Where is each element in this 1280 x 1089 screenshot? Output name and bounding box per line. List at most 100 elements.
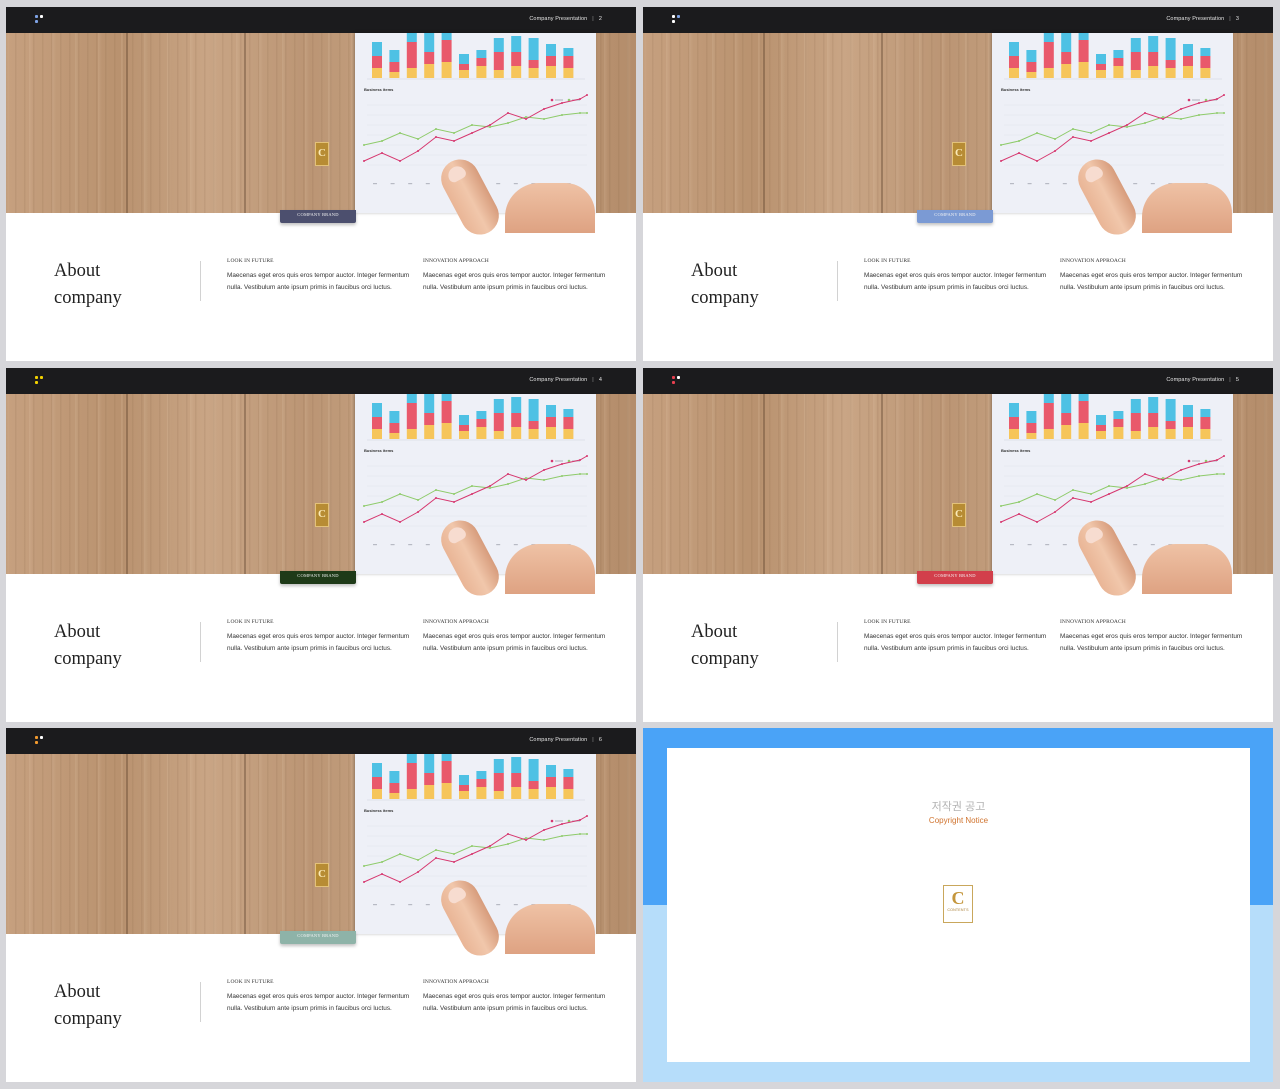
green-point bbox=[417, 859, 419, 861]
bar-segment bbox=[459, 64, 469, 70]
bar-segment bbox=[1061, 413, 1072, 425]
bar-segment bbox=[476, 411, 487, 419]
column-heading: LOOK IN FUTURE bbox=[227, 979, 274, 985]
bar-segment bbox=[1026, 433, 1037, 439]
slide-thumbnail[interactable]: Company Presentation | 3 Business items C COM… bbox=[643, 7, 1273, 361]
finger-nail bbox=[1082, 163, 1105, 185]
green-point bbox=[1126, 487, 1128, 489]
presentation-label: Company Presentation bbox=[529, 16, 588, 22]
green-point bbox=[453, 493, 455, 495]
about-heading: About company bbox=[691, 258, 831, 312]
green-point bbox=[1000, 144, 1002, 146]
green-point bbox=[1144, 483, 1146, 485]
green-point bbox=[1180, 479, 1182, 481]
brand-badge: C bbox=[315, 142, 329, 166]
bar-segment bbox=[406, 33, 417, 42]
bar-segment bbox=[511, 413, 522, 427]
bar-segment bbox=[511, 757, 522, 773]
red-point bbox=[1108, 493, 1110, 495]
red-point bbox=[381, 152, 383, 154]
bar-segment bbox=[1026, 72, 1037, 78]
logo-dot bbox=[672, 20, 675, 23]
logo-dots-icon bbox=[35, 736, 45, 746]
red-point bbox=[1090, 140, 1092, 142]
bar-segment bbox=[441, 761, 452, 783]
bar-segment bbox=[1096, 415, 1106, 425]
legend-red-dot bbox=[550, 98, 554, 102]
red-point bbox=[1036, 521, 1038, 523]
bar-segment bbox=[546, 787, 556, 799]
red-point bbox=[586, 94, 588, 96]
green-point bbox=[489, 487, 491, 489]
bar-segment bbox=[389, 433, 400, 439]
header-separator: | bbox=[1229, 16, 1231, 22]
bar-segment bbox=[511, 66, 522, 78]
wood-plank-seam bbox=[244, 754, 246, 934]
bar-segment bbox=[424, 754, 435, 773]
bar-segment bbox=[1165, 38, 1176, 60]
bar-segment bbox=[406, 68, 417, 78]
bar-segment bbox=[511, 52, 522, 66]
bar-segment bbox=[406, 403, 417, 429]
bar-segment bbox=[476, 58, 487, 66]
bar-segment bbox=[476, 779, 487, 787]
red-point bbox=[543, 469, 545, 471]
copyright-slide[interactable]: 저작권 공고 Copyright Notice C CONTENTS bbox=[643, 728, 1273, 1082]
logo-dot bbox=[672, 15, 675, 18]
bar-segment bbox=[389, 423, 400, 433]
bar-segment bbox=[1200, 409, 1211, 417]
slide-thumbnail[interactable]: Company Presentation | 5 Business items C COM… bbox=[643, 368, 1273, 722]
red-point bbox=[525, 479, 527, 481]
red-point bbox=[525, 118, 527, 120]
green-point bbox=[399, 853, 401, 855]
column-body: Maecenas eget eros quis eros tempor auct… bbox=[423, 633, 606, 652]
green-point bbox=[525, 116, 527, 118]
innovation-approach-column: INNOVATION APPROACH Maecenas eget eros qu… bbox=[423, 258, 608, 294]
bar-segment bbox=[528, 38, 539, 60]
about-heading-line1: About bbox=[691, 622, 738, 642]
green-point bbox=[507, 122, 509, 124]
red-point bbox=[525, 839, 527, 841]
bar-segment bbox=[546, 417, 556, 427]
page-number: 6 bbox=[598, 737, 602, 743]
red-point bbox=[435, 136, 437, 138]
slide-thumbnail[interactable]: Company Presentation | 4 Business items C COM… bbox=[6, 368, 636, 722]
legend-red-dot bbox=[550, 459, 554, 463]
bar-segment bbox=[424, 773, 435, 785]
bar-segment bbox=[1078, 423, 1089, 439]
company-brand-tab[interactable]: COMPANY BRAND bbox=[917, 571, 993, 584]
bar-segment bbox=[372, 763, 382, 777]
bar-segment bbox=[372, 403, 382, 417]
slide-thumbnail[interactable]: Company Presentation | 2 Business items C COM… bbox=[6, 7, 636, 361]
business-items-label: Business items bbox=[364, 87, 394, 92]
bar-segment bbox=[389, 783, 400, 793]
bar-segment bbox=[1113, 411, 1124, 419]
green-point bbox=[1144, 122, 1146, 124]
company-brand-tab[interactable]: COMPANY BRAND bbox=[280, 571, 356, 584]
bar-segment bbox=[1026, 423, 1037, 433]
bar-segment bbox=[1200, 417, 1211, 429]
company-brand-tab[interactable]: COMPANY BRAND bbox=[280, 931, 356, 944]
red-point bbox=[1108, 132, 1110, 134]
bar-segment bbox=[1130, 431, 1141, 439]
logo-dots-icon bbox=[672, 15, 682, 25]
red-point bbox=[471, 853, 473, 855]
about-heading: About company bbox=[691, 619, 831, 673]
green-series-line bbox=[363, 473, 587, 507]
company-brand-tab[interactable]: COMPANY BRAND bbox=[917, 210, 993, 223]
green-point bbox=[1162, 116, 1164, 118]
bar-segment bbox=[493, 413, 504, 431]
green-point bbox=[363, 865, 365, 867]
red-point bbox=[1054, 511, 1056, 513]
green-point bbox=[1223, 112, 1225, 114]
copyright-card: 저작권 공고 Copyright Notice C CONTENTS bbox=[667, 748, 1250, 1062]
green-point bbox=[381, 140, 383, 142]
hand bbox=[505, 904, 595, 954]
slide-thumbnail[interactable]: Company Presentation | 6 Business items C COM… bbox=[6, 728, 636, 1082]
bar-segment bbox=[1061, 425, 1072, 439]
hero-photo: Business items bbox=[6, 394, 636, 603]
page-number: 3 bbox=[1235, 16, 1239, 22]
green-point bbox=[381, 501, 383, 503]
bar-segment bbox=[528, 429, 539, 439]
company-brand-tab[interactable]: COMPANY BRAND bbox=[280, 210, 356, 223]
